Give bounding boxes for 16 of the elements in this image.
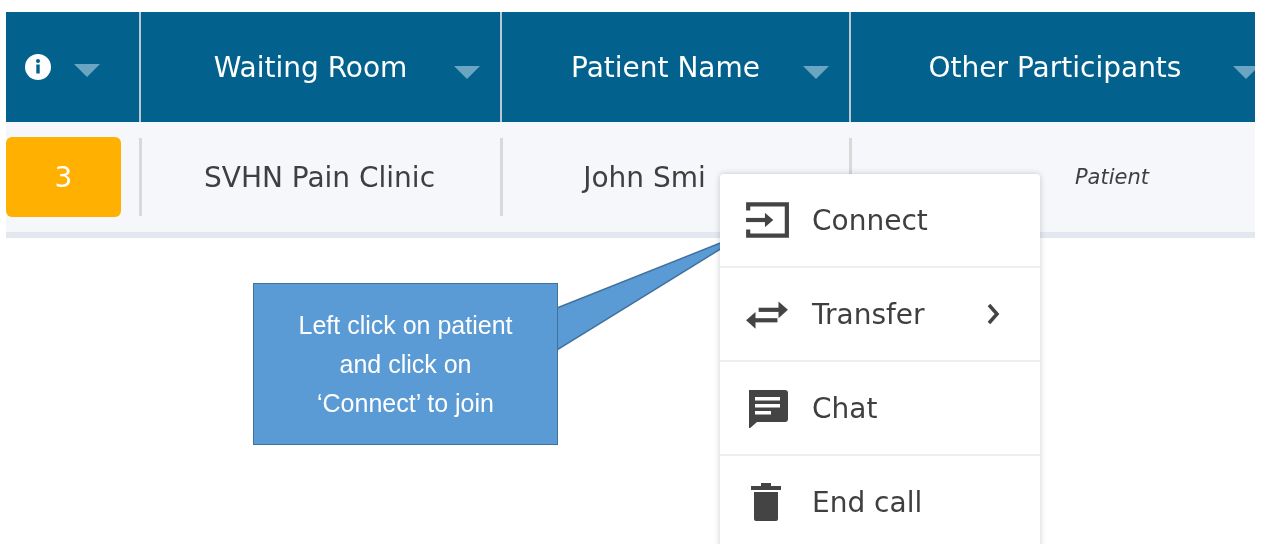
menu-item[interactable]: Chat — [720, 362, 1040, 456]
menu-item[interactable]: Transfer — [720, 268, 1040, 362]
table-cell: John Smi — [583, 160, 706, 194]
sort-icon[interactable] — [803, 66, 829, 79]
table-cell: SVHN Pain Clinic — [203, 160, 436, 194]
chevron-right-icon — [986, 302, 1000, 326]
menu-item[interactable]: End call — [720, 456, 1040, 544]
menu-item[interactable]: Connect — [720, 174, 1040, 268]
sort-icon[interactable] — [1233, 66, 1255, 79]
info-icon — [24, 53, 52, 81]
callout: Left click on patient and click on ‘Connect’ to join — [253, 283, 558, 445]
count-badge: 3 — [6, 137, 121, 217]
enter-icon — [744, 200, 790, 240]
sort-icon[interactable] — [454, 66, 480, 79]
table-cell: Patient — [1074, 165, 1150, 189]
sort-icon[interactable] — [74, 63, 100, 77]
